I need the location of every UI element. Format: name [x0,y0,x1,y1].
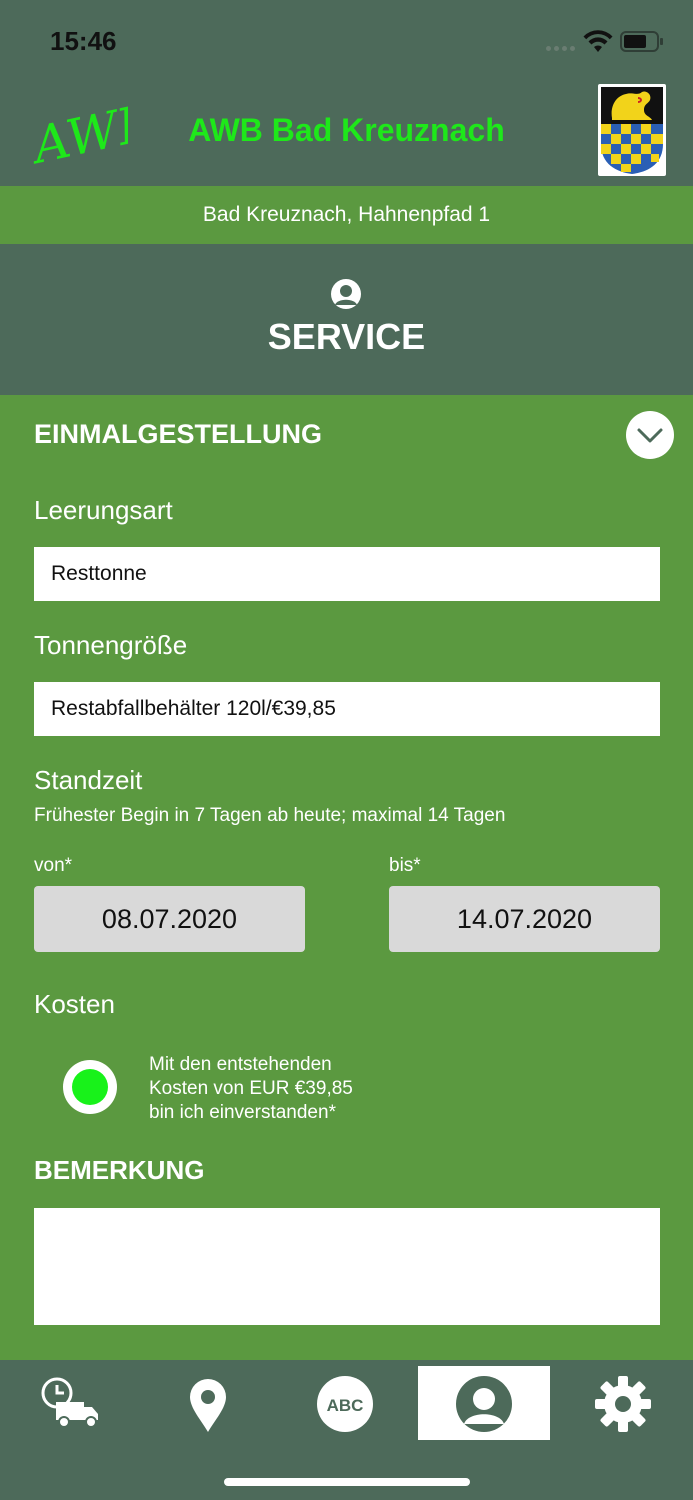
location-pin-icon [190,1379,226,1432]
form-title: EINMALGESTELLUNG [34,419,322,449]
tab-location[interactable] [142,1366,274,1440]
schedule-truck-icon [41,1377,98,1428]
person-icon [331,279,361,309]
svg-text:ABC: ABC [327,1396,364,1415]
bemerkung-label: BEMERKUNG [34,1155,205,1185]
standzeit-hint: Frühester Begin in 7 Tagen ab heute; max… [34,805,506,826]
consent-line: Kosten von EUR €39,85 [149,1078,353,1099]
kosten-label: Kosten [34,989,115,1019]
person-icon [456,1376,512,1432]
consent-text: Mit den entstehenden Kosten von EUR €39,… [149,1053,469,1125]
address-bar[interactable]: Bad Kreuznach, Hahnenpfad 1 [0,186,693,244]
wifi-icon [583,30,613,52]
consent-line: bin ich einverstanden* [149,1102,336,1123]
service-form: EINMALGESTELLUNG Leerungsart Resttonne T… [0,395,693,1360]
home-indicator [224,1478,470,1486]
leerungsart-select[interactable]: Resttonne [34,547,660,601]
standzeit-label: Standzeit [34,765,143,795]
abc-icon: ABC [317,1376,373,1432]
status-bar: 15:46 [0,0,693,80]
app-header: AWB AWB Bad Kreuznach [0,80,693,186]
status-time: 15:46 [50,26,117,56]
chevron-down-icon [637,428,663,443]
bis-label: bis* [389,855,421,876]
tab-schedule[interactable] [4,1366,136,1440]
von-label: von* [34,855,73,876]
address-text: Bad Kreuznach, Hahnenpfad 1 [202,203,491,226]
tab-settings[interactable] [556,1366,688,1440]
tonnengroesse-select[interactable]: Restabfallbehälter 120l/€39,85 [34,682,660,736]
app-title: AWB Bad Kreuznach [188,112,505,148]
bis-date-picker[interactable]: 14.07.2020 [389,886,660,952]
bemerkung-textarea[interactable] [34,1208,660,1325]
battery-icon [620,31,663,52]
coat-of-arms-icon [598,84,666,176]
tab-service[interactable] [418,1366,550,1440]
collapse-button[interactable] [626,411,674,459]
tab-abc[interactable]: ABC [280,1366,412,1440]
consent-line: Mit den entstehenden [149,1054,332,1075]
section-header: SERVICE [0,244,693,395]
section-title: SERVICE [267,316,426,357]
signal-icon [546,46,575,51]
tonnengroesse-label: Tonnengröße [34,630,188,660]
consent-radio[interactable] [63,1060,117,1114]
leerungsart-label: Leerungsart [34,495,173,525]
von-date-picker[interactable]: 08.07.2020 [34,886,305,952]
radio-checked-dot [72,1069,108,1105]
gear-icon [595,1376,651,1432]
